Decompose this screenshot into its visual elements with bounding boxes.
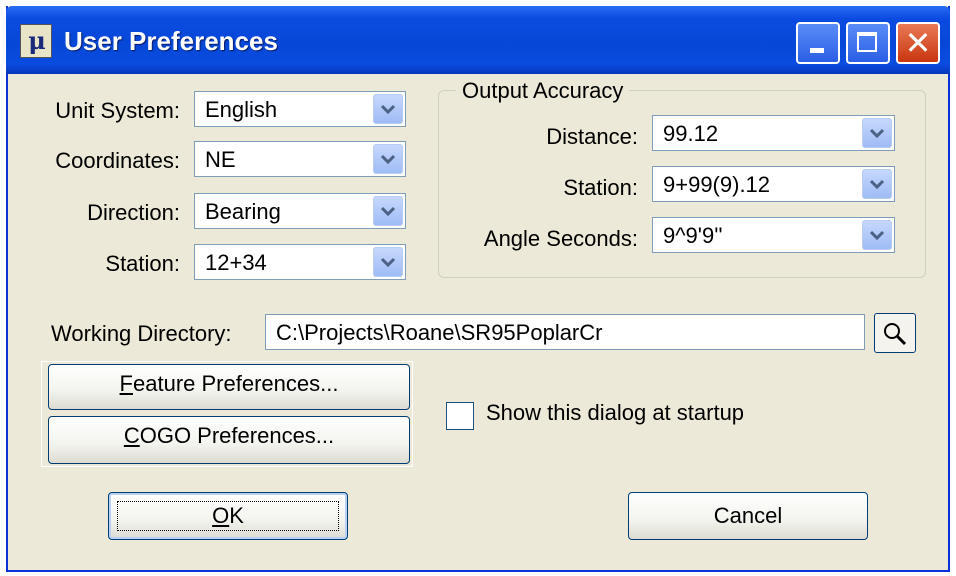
feature-preferences-button[interactable]: Feature Preferences... (48, 364, 410, 410)
minimize-icon (810, 48, 824, 53)
coordinates-label: Coordinates: (55, 148, 180, 173)
angle-seconds-dropdown-arrow[interactable] (862, 220, 892, 250)
working-directory-label: Working Directory: (51, 321, 232, 346)
unit-system-select[interactable]: English (194, 91, 406, 127)
close-icon: ✕ (904, 24, 932, 62)
angle-seconds-select[interactable]: 9^9'9'' (652, 217, 895, 253)
accuracy-station-dropdown-arrow[interactable] (862, 169, 892, 199)
station-select[interactable]: 12+34 (194, 244, 406, 280)
maximize-icon (857, 32, 877, 52)
cancel-button[interactable]: Cancel (628, 492, 868, 540)
minimize-button[interactable] (796, 22, 840, 64)
angle-seconds-label: Angle Seconds: (483, 226, 638, 251)
chevron-down-icon (381, 206, 395, 216)
chevron-down-icon (381, 104, 395, 114)
direction-value: Bearing (205, 199, 281, 224)
show-at-startup-checkbox[interactable] (446, 402, 474, 430)
browse-directory-button[interactable] (874, 313, 916, 353)
magnifier-icon (884, 323, 907, 346)
station-dropdown-arrow[interactable] (373, 247, 403, 277)
accuracy-station-value: 9+99(9).12 (663, 172, 771, 197)
chevron-down-icon (870, 179, 884, 189)
accuracy-station-label: Station: (563, 175, 638, 200)
ok-button[interactable]: OK (108, 492, 348, 540)
unit-system-dropdown-arrow[interactable] (373, 94, 403, 124)
title-bar[interactable]: μ User Preferences ✕ (6, 6, 950, 74)
unit-system-label: Unit System: (55, 98, 180, 123)
window-title: User Preferences (64, 26, 278, 56)
cogo-preferences-button[interactable]: COGO Preferences... (48, 416, 410, 464)
coordinates-value: NE (205, 147, 236, 172)
coordinates-dropdown-arrow[interactable] (373, 144, 403, 174)
chevron-down-icon (381, 154, 395, 164)
unit-system-value: English (205, 97, 278, 122)
coordinates-select[interactable]: NE (194, 141, 406, 177)
angle-seconds-value: 9^9'9'' (663, 223, 723, 248)
station-value: 12+34 (205, 250, 267, 275)
working-directory-value: C:\Projects\Roane\SR95PoplarCr (276, 320, 603, 345)
chevron-down-icon (870, 230, 884, 240)
show-at-startup-label: Show this dialog at startup (486, 400, 745, 425)
output-accuracy-title: Output Accuracy (456, 78, 630, 104)
chevron-down-icon (870, 128, 884, 138)
direction-select[interactable]: Bearing (194, 193, 406, 229)
close-button[interactable]: ✕ (896, 22, 940, 64)
accuracy-station-select[interactable]: 9+99(9).12 (652, 166, 895, 202)
station-label: Station: (105, 251, 180, 276)
distance-value: 99.12 (663, 121, 719, 146)
direction-label: Direction: (87, 200, 180, 225)
maximize-button[interactable] (846, 22, 890, 64)
app-icon: μ (20, 24, 52, 58)
distance-dropdown-arrow[interactable] (862, 118, 892, 148)
distance-select[interactable]: 99.12 (652, 115, 895, 151)
working-directory-input[interactable]: C:\Projects\Roane\SR95PoplarCr (265, 314, 865, 350)
chevron-down-icon (381, 257, 395, 267)
direction-dropdown-arrow[interactable] (373, 196, 403, 226)
distance-label: Distance: (546, 124, 638, 149)
